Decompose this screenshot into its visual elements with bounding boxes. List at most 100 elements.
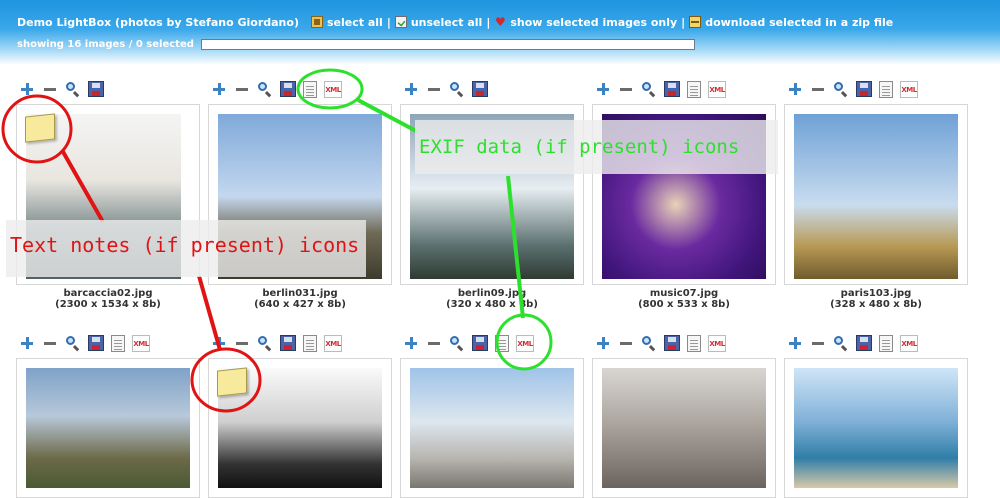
minus-icon[interactable] [618, 81, 634, 97]
unselect-all-label: unselect all [410, 15, 483, 29]
plus-icon[interactable] [403, 81, 419, 97]
magnifier-icon[interactable] [833, 335, 849, 351]
plus-icon[interactable] [595, 335, 611, 351]
image-toolbar: XML [595, 334, 733, 352]
notes-annotation-label: Text notes (if present) icons [6, 220, 366, 277]
magnifier-icon[interactable] [257, 81, 273, 97]
xml-exif-icon[interactable]: XML [324, 80, 342, 98]
floppy-disk-icon[interactable] [88, 335, 104, 351]
minus-icon[interactable] [810, 81, 826, 97]
image-thumbnail[interactable] [26, 368, 190, 488]
image-thumbnail[interactable] [602, 368, 766, 488]
magnifier-icon[interactable] [641, 81, 657, 97]
image-caption: berlin031.jpg (640 x 427 x 8b) [205, 288, 395, 310]
magnifier-icon[interactable] [641, 335, 657, 351]
header-bar: Demo LightBox (photos by Stefano Giordan… [0, 0, 1000, 65]
text-note-icon[interactable] [687, 334, 701, 352]
image-toolbar: XML [595, 80, 733, 98]
image-dimensions: (800 x 533 x 8b) [638, 299, 730, 310]
floppy-disk-icon[interactable] [472, 81, 488, 97]
magnifier-icon[interactable] [65, 81, 81, 97]
plus-icon[interactable] [787, 335, 803, 351]
image-thumbnail-card[interactable] [784, 104, 968, 285]
minus-icon[interactable] [810, 335, 826, 351]
xml-exif-icon[interactable]: XML [516, 334, 534, 352]
magnifier-icon[interactable] [449, 81, 465, 97]
exif-annotation-label: EXIF data (if present) icons [415, 120, 778, 174]
minus-icon[interactable] [42, 335, 58, 351]
xml-exif-icon[interactable]: XML [900, 80, 918, 98]
text-note-icon[interactable] [303, 80, 317, 98]
xml-exif-icon[interactable]: XML [324, 334, 342, 352]
minus-icon[interactable] [618, 335, 634, 351]
floppy-disk-icon[interactable] [664, 81, 680, 97]
minus-icon[interactable] [234, 81, 250, 97]
magnifier-icon[interactable] [65, 335, 81, 351]
image-thumbnail[interactable] [410, 368, 574, 488]
image-thumbnail-card[interactable] [16, 358, 200, 498]
image-filename: berlin031.jpg [262, 288, 338, 299]
download-zip-link[interactable]: download selected in a zip file [689, 16, 893, 29]
image-dimensions: (2300 x 1534 x 8b) [55, 299, 161, 310]
text-note-icon[interactable] [495, 334, 509, 352]
xml-exif-icon[interactable]: XML [900, 334, 918, 352]
show-selected-label: show selected images only [510, 15, 678, 29]
floppy-disk-icon[interactable] [472, 335, 488, 351]
select-all-icon [311, 16, 323, 28]
select-all-link[interactable]: select all [311, 16, 383, 29]
separator: | [386, 15, 391, 29]
image-thumbnail-card[interactable] [400, 358, 584, 498]
selection-progress-bar [200, 39, 695, 50]
plus-icon[interactable] [19, 81, 35, 97]
magnifier-icon[interactable] [833, 81, 849, 97]
minus-icon[interactable] [42, 81, 58, 97]
floppy-disk-icon[interactable] [856, 335, 872, 351]
floppy-disk-icon[interactable] [280, 335, 296, 351]
text-note-icon[interactable] [111, 334, 125, 352]
xml-exif-icon[interactable]: XML [132, 334, 150, 352]
floppy-disk-icon[interactable] [664, 335, 680, 351]
plus-icon[interactable] [595, 81, 611, 97]
heart-icon: ♥ [494, 15, 506, 29]
text-note-icon[interactable] [879, 334, 893, 352]
plus-icon[interactable] [787, 81, 803, 97]
show-selected-link[interactable]: ♥ show selected images only [494, 16, 677, 29]
minus-icon[interactable] [426, 81, 442, 97]
floppy-disk-icon[interactable] [88, 81, 104, 97]
app-title: Demo LightBox (photos by Stefano Giordan… [17, 15, 299, 29]
text-note-icon[interactable] [217, 367, 247, 397]
magnifier-icon[interactable] [449, 335, 465, 351]
image-dimensions: (320 x 480 x 8b) [446, 299, 538, 310]
minus-icon[interactable] [426, 335, 442, 351]
image-thumbnail-card[interactable] [208, 358, 392, 498]
image-toolbar: XML [211, 80, 349, 98]
minus-icon[interactable] [234, 335, 250, 351]
image-dimensions: (328 x 480 x 8b) [830, 299, 922, 310]
magnifier-icon[interactable] [257, 335, 273, 351]
unselect-all-link[interactable]: unselect all [394, 15, 483, 29]
plus-icon[interactable] [19, 335, 35, 351]
plus-icon[interactable] [211, 81, 227, 97]
xml-exif-icon[interactable]: XML [708, 334, 726, 352]
text-note-icon[interactable] [687, 80, 701, 98]
image-caption: berlin09.jpg (320 x 480 x 8b) [397, 288, 587, 310]
plus-icon[interactable] [403, 335, 419, 351]
image-thumbnail-card[interactable] [784, 358, 968, 498]
header-title-row: Demo LightBox (photos by Stefano Giordan… [17, 14, 893, 30]
text-note-icon[interactable] [879, 80, 893, 98]
image-toolbar: XML [403, 334, 541, 352]
xml-exif-icon[interactable]: XML [708, 80, 726, 98]
floppy-disk-icon[interactable] [856, 81, 872, 97]
text-note-icon[interactable] [303, 334, 317, 352]
image-thumbnail-card[interactable] [592, 358, 776, 498]
unselect-all-icon [394, 16, 407, 28]
image-caption: barcaccia02.jpg (2300 x 1534 x 8b) [13, 288, 203, 310]
image-filename: music07.jpg [649, 288, 719, 299]
image-thumbnail[interactable] [794, 114, 958, 279]
image-filename: paris103.jpg [840, 288, 912, 299]
image-thumbnail[interactable] [794, 368, 958, 488]
floppy-disk-icon[interactable] [280, 81, 296, 97]
text-note-icon[interactable] [25, 113, 55, 143]
plus-icon[interactable] [211, 335, 227, 351]
image-filename: berlin09.jpg [457, 288, 527, 299]
